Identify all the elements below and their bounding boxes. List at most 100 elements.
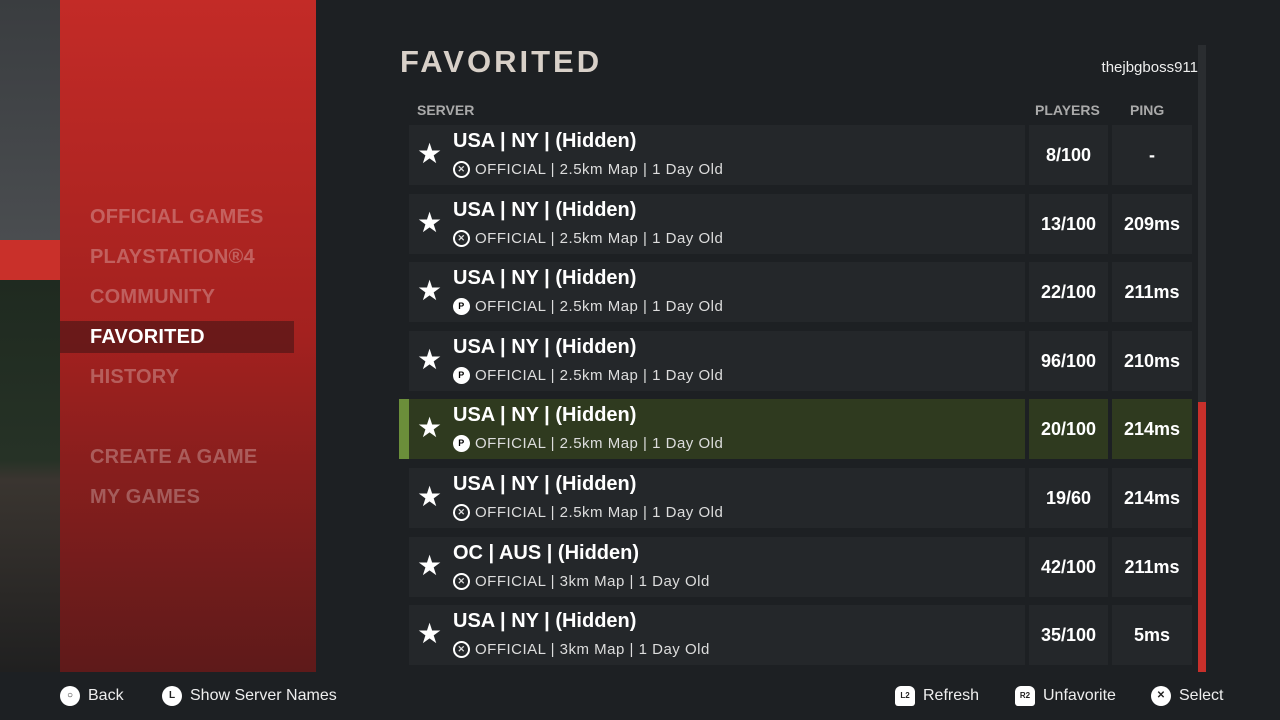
sidebar-item-my-games[interactable]: MY GAMES [60, 481, 294, 513]
select-label: Select [1179, 687, 1224, 704]
server-details: ✕ OFFICIAL | 2.5km Map | 1 Day Old [453, 229, 724, 247]
server-details-text: OFFICIAL | 2.5km Map | 1 Day Old [475, 435, 724, 453]
players-count: 35/100 [1029, 605, 1108, 666]
server-details-text: OFFICIAL | 3km Map | 1 Day Old [475, 641, 710, 659]
server-details-text: OFFICIAL | 2.5km Map | 1 Day Old [475, 161, 724, 178]
ping-value: 214ms [1112, 399, 1192, 460]
ping-value: 210ms [1112, 330, 1192, 391]
select-button[interactable]: ✕ Select [1151, 686, 1223, 706]
ping-value: 5ms [1112, 605, 1192, 666]
server-name: USA | NY | (Hidden) [453, 198, 637, 221]
background-image [0, 0, 60, 672]
server-details: P OFFICIAL | 2.5km Map | 1 Day Old [453, 298, 724, 316]
star-icon[interactable]: ★ [417, 344, 442, 375]
server-row[interactable]: ★ USA | NY | (Hidden) P OFFICIAL | 2.5km … [399, 399, 1192, 460]
star-icon[interactable]: ★ [417, 139, 442, 169]
crossplay-icon: ✕ [453, 641, 470, 659]
page-title: FAVORITED [400, 44, 603, 79]
back-label: Back [88, 687, 124, 704]
server-details: ✕ OFFICIAL | 2.5km Map | 1 Day Old [453, 504, 723, 521]
sidebar: OFFICIAL GAMES PLAYSTATION®4 COMMUNITY F… [60, 0, 316, 672]
server-details-text: OFFICIAL | 2.5km Map | 1 Day Old [475, 298, 724, 316]
ping-value: - [1112, 125, 1192, 185]
playstation-icon: P [453, 298, 470, 316]
server-cell: ★ OC | AUS | (Hidden) ✕ OFFICIAL | 3km Ma… [409, 536, 1025, 597]
server-name: USA | NY | (Hidden) [453, 404, 637, 427]
ping-value: 209ms [1112, 193, 1192, 254]
players-count: 22/100 [1029, 262, 1108, 323]
server-cell: ★ USA | NY | (Hidden) P OFFICIAL | 2.5km … [409, 262, 1025, 323]
unfavorite-button[interactable]: R2 Unfavorite [1015, 686, 1116, 706]
circle-button-icon: ○ [60, 686, 80, 706]
sidebar-item-create-a-game[interactable]: CREATE A GAME [60, 441, 294, 473]
server-row[interactable]: ★ USA | NY | (Hidden) ✕ OFFICIAL | 2.5km … [409, 468, 1192, 528]
scrollbar-thumb[interactable] [1198, 402, 1206, 672]
l-stick-icon: L [162, 686, 182, 706]
star-icon[interactable]: ★ [417, 276, 442, 306]
server-details: ✕ OFFICIAL | 2.5km Map | 1 Day Old [453, 161, 723, 178]
server-row[interactable]: ★ USA | NY | (Hidden) P OFFICIAL | 2.5km … [409, 330, 1192, 391]
crossplay-icon: ✕ [453, 229, 470, 247]
sidebar-item-community[interactable]: COMMUNITY [60, 281, 294, 313]
server-details-text: OFFICIAL | 2.5km Map | 1 Day Old [475, 229, 724, 247]
server-row[interactable]: ★ USA | NY | (Hidden) ✕ OFFICIAL | 2.5km … [409, 125, 1192, 185]
server-name: USA | NY | (Hidden) [453, 335, 637, 358]
r2-trigger-icon: R2 [1015, 686, 1035, 706]
playstation-icon: P [453, 366, 470, 384]
cross-button-icon: ✕ [1151, 686, 1171, 706]
scrollbar[interactable] [1198, 45, 1206, 672]
username: thejbgboss911 [1101, 59, 1198, 76]
column-header-players: PLAYERS [1035, 102, 1100, 118]
players-count: 20/100 [1029, 399, 1108, 460]
server-row[interactable]: ★ USA | NY | (Hidden) ✕ OFFICIAL | 2.5km … [409, 193, 1192, 254]
players-count: 13/100 [1029, 193, 1108, 254]
server-name: USA | NY | (Hidden) [453, 267, 637, 290]
server-details: P OFFICIAL | 2.5km Map | 1 Day Old [453, 435, 724, 453]
star-icon[interactable]: ★ [417, 482, 442, 512]
players-count: 8/100 [1029, 125, 1108, 185]
server-cell: ★ USA | NY | (Hidden) P OFFICIAL | 2.5km … [409, 399, 1025, 460]
server-row[interactable]: ★ USA | NY | (Hidden) ✕ OFFICIAL | 3km Ma… [409, 605, 1192, 666]
server-cell: ★ USA | NY | (Hidden) P OFFICIAL | 2.5km … [409, 330, 1025, 391]
players-count: 19/60 [1029, 468, 1108, 528]
server-name: USA | NY | (Hidden) [453, 130, 637, 152]
star-icon[interactable]: ★ [417, 619, 442, 649]
ping-value: 211ms [1112, 262, 1192, 323]
sidebar-item-history[interactable]: HISTORY [60, 361, 294, 393]
star-icon[interactable]: ★ [417, 550, 442, 581]
server-row[interactable]: ★ OC | AUS | (Hidden) ✕ OFFICIAL | 3km Ma… [409, 536, 1192, 597]
server-cell: ★ USA | NY | (Hidden) ✕ OFFICIAL | 2.5km … [409, 125, 1025, 185]
show-server-names-button[interactable]: L Show Server Names [162, 686, 337, 706]
ping-value: 214ms [1112, 468, 1192, 528]
crossplay-icon: ✕ [453, 504, 470, 521]
crossplay-icon: ✕ [453, 161, 470, 178]
back-button[interactable]: ○ Back [60, 686, 124, 706]
sidebar-item-favorited[interactable]: FAVORITED [60, 321, 294, 353]
star-icon[interactable]: ★ [417, 413, 442, 443]
selection-indicator [399, 399, 409, 460]
players-count: 42/100 [1029, 536, 1108, 597]
server-details-text: OFFICIAL | 3km Map | 1 Day Old [475, 572, 710, 590]
server-cell: ★ USA | NY | (Hidden) ✕ OFFICIAL | 2.5km … [409, 468, 1025, 528]
server-details: ✕ OFFICIAL | 3km Map | 1 Day Old [453, 641, 710, 659]
show-server-names-label: Show Server Names [190, 687, 337, 704]
server-details: P OFFICIAL | 2.5km Map | 1 Day Old [453, 366, 724, 384]
star-icon[interactable]: ★ [417, 207, 442, 238]
server-name: OC | AUS | (Hidden) [453, 541, 639, 564]
column-header-ping: PING [1130, 102, 1165, 118]
refresh-label: Refresh [923, 687, 980, 704]
sidebar-item-playstation4[interactable]: PLAYSTATION®4 [60, 241, 294, 273]
sidebar-item-official-games[interactable]: OFFICIAL GAMES [60, 201, 294, 233]
refresh-button[interactable]: L2 Refresh [895, 686, 979, 706]
server-details-text: OFFICIAL | 2.5km Map | 1 Day Old [475, 366, 724, 384]
server-name: USA | NY | (Hidden) [453, 610, 637, 633]
unfavorite-label: Unfavorite [1043, 687, 1116, 704]
players-count: 96/100 [1029, 330, 1108, 391]
server-cell: ★ USA | NY | (Hidden) ✕ OFFICIAL | 3km Ma… [409, 605, 1025, 666]
ping-value: 211ms [1112, 536, 1192, 597]
crossplay-icon: ✕ [453, 572, 470, 590]
playstation-icon: P [453, 435, 470, 453]
server-name: USA | NY | (Hidden) [453, 473, 637, 495]
server-row[interactable]: ★ USA | NY | (Hidden) P OFFICIAL | 2.5km … [409, 262, 1192, 323]
server-details: ✕ OFFICIAL | 3km Map | 1 Day Old [453, 572, 710, 590]
